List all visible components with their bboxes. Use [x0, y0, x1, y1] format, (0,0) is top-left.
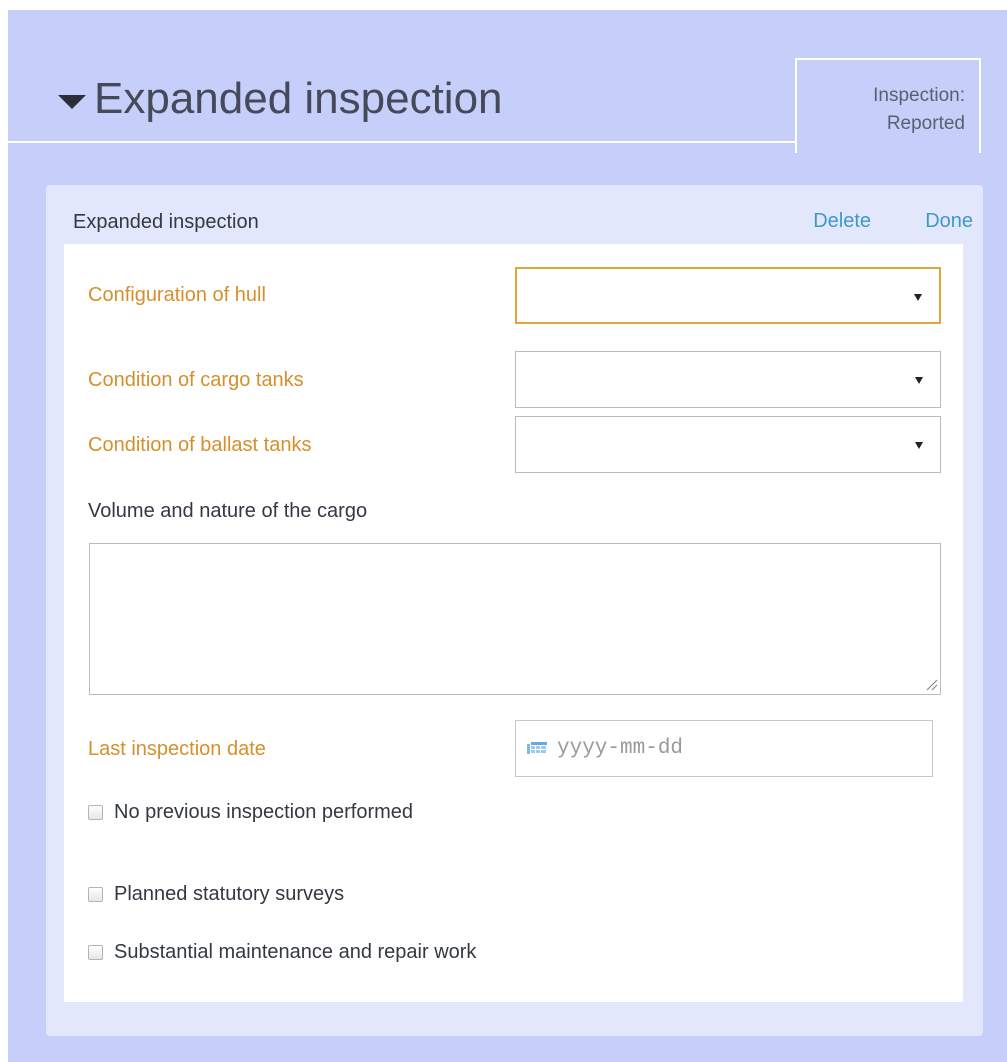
no-previous-inspection-option[interactable]: No previous inspection performed — [88, 801, 413, 824]
cargo-volume-textarea[interactable] — [89, 543, 941, 695]
hull-config-select[interactable] — [515, 267, 941, 324]
panel-title: Expanded inspection — [73, 211, 259, 233]
hull-config-label: Configuration of hull — [88, 284, 266, 306]
cargo-tanks-label: Condition of cargo tanks — [88, 369, 304, 391]
inspection-form: Configuration of hull Condition of cargo… — [64, 244, 963, 1002]
header-divider — [8, 141, 803, 143]
section-header-toggle[interactable]: Expanded inspection — [58, 59, 503, 139]
ballast-tanks-select[interactable] — [515, 416, 941, 473]
maintenance-option[interactable]: Substantial maintenance and repair work — [88, 941, 476, 964]
inspection-status-tab: Inspection: Reported — [795, 58, 981, 153]
status-tab-line1: Inspection: — [873, 85, 965, 106]
section-title: Expanded inspection — [94, 74, 503, 123]
last-inspection-date-field[interactable] — [515, 720, 933, 777]
no-previous-inspection-checkbox[interactable] — [88, 805, 103, 820]
dropdown-arrow-icon — [915, 442, 923, 449]
planned-surveys-checkbox[interactable] — [88, 887, 103, 902]
maintenance-checkbox[interactable] — [88, 945, 103, 960]
last-inspection-date-input[interactable] — [555, 736, 859, 761]
inspection-section: Expanded inspection Inspection: Reported… — [8, 10, 1007, 1062]
status-tab-line2: Reported — [886, 113, 965, 134]
planned-surveys-label: Planned statutory surveys — [114, 883, 345, 905]
done-link[interactable]: Done — [925, 210, 973, 233]
expanded-inspection-panel: Expanded inspection Delete Done Configur… — [46, 185, 983, 1036]
cargo-volume-label: Volume and nature of the cargo — [88, 500, 368, 522]
caret-down-icon[interactable] — [58, 95, 86, 109]
planned-surveys-option[interactable]: Planned statutory surveys — [88, 883, 344, 906]
maintenance-label: Substantial maintenance and repair work — [114, 941, 477, 963]
last-inspection-label: Last inspection date — [88, 738, 266, 760]
cargo-tanks-select[interactable] — [515, 351, 941, 408]
no-previous-inspection-label: No previous inspection performed — [114, 801, 414, 823]
calendar-icon[interactable] — [527, 741, 547, 756]
resize-handle-icon[interactable] — [924, 677, 938, 691]
dropdown-arrow-icon — [915, 377, 923, 384]
ballast-tanks-label: Condition of ballast tanks — [88, 434, 312, 456]
dropdown-arrow-icon — [914, 294, 922, 301]
delete-link[interactable]: Delete — [813, 210, 871, 233]
